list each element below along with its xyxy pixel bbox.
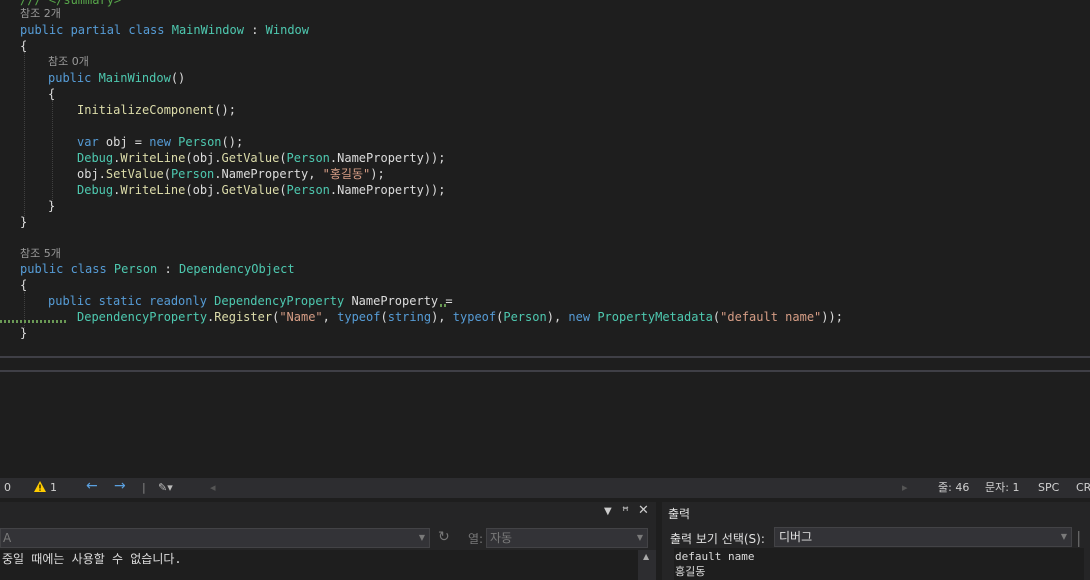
code-line: public MainWindow() bbox=[48, 71, 186, 85]
code-line: { bbox=[48, 87, 56, 101]
code-line: public class Person : DependencyObject bbox=[20, 262, 295, 276]
indent-guide bbox=[52, 100, 53, 208]
scroll-right-icon[interactable]: ▸ bbox=[902, 481, 908, 495]
code-editor[interactable]: /// </summary> 참조 2개 public partial clas… bbox=[0, 0, 1090, 356]
output-line: 홍길동 bbox=[675, 565, 706, 578]
code-line: public static readonly DependencyPropert… bbox=[48, 294, 453, 308]
message-area: 중일 때에는 사용할 수 없습니다. bbox=[0, 550, 638, 580]
panel-menu-icon[interactable]: ▼ bbox=[604, 506, 612, 517]
line-indicator[interactable]: 줄: 46 bbox=[938, 481, 969, 495]
code-line: obj.SetValue(Person.NameProperty, "홍길동")… bbox=[77, 167, 385, 181]
editor-divider[interactable] bbox=[0, 356, 1090, 358]
editor-empty-area bbox=[0, 372, 1090, 478]
navigate-forward-icon[interactable]: → bbox=[114, 479, 126, 493]
message-text: 중일 때에는 사용할 수 없습니다. bbox=[2, 552, 182, 566]
code-line: Debug.WriteLine(obj.GetValue(Person.Name… bbox=[77, 151, 446, 165]
chevron-down-icon: ▼ bbox=[418, 533, 425, 542]
refresh-icon[interactable]: ↻ bbox=[438, 529, 450, 545]
output-line: default name bbox=[675, 550, 755, 563]
pin-icon[interactable]: ꟸ bbox=[622, 504, 629, 518]
code-line: var obj = new Person(); bbox=[77, 135, 244, 149]
code-line: } bbox=[48, 199, 56, 213]
warning-count[interactable]: 1 bbox=[50, 481, 57, 495]
scroll-left-icon[interactable]: ◂ bbox=[210, 481, 216, 495]
brush-icon[interactable]: ✎▾ bbox=[158, 481, 173, 495]
scrollbar[interactable]: ▲ bbox=[638, 550, 656, 580]
code-line: } bbox=[20, 215, 28, 229]
warning-squiggle bbox=[0, 320, 68, 323]
char-indicator[interactable]: 문자: 1 bbox=[985, 481, 1019, 495]
code-lens-references[interactable]: 참조 2개 bbox=[20, 6, 61, 22]
warning-squiggle bbox=[440, 304, 448, 307]
code-line: } bbox=[20, 326, 28, 340]
error-count[interactable]: 0 bbox=[4, 481, 11, 495]
chevron-down-icon: ▼ bbox=[636, 533, 643, 542]
divider: | bbox=[142, 481, 146, 494]
whitespace-indicator[interactable]: SPC bbox=[1038, 481, 1059, 495]
code-line: { bbox=[20, 278, 28, 292]
close-icon[interactable]: ✕ bbox=[638, 503, 649, 518]
code-line: DependencyProperty.Register("Name", type… bbox=[77, 310, 843, 324]
output-text-area[interactable]: default name 홍길동 bbox=[674, 548, 1084, 580]
column-label: 열: bbox=[468, 532, 484, 546]
code-line: { bbox=[20, 39, 28, 53]
code-line: Debug.WriteLine(obj.GetValue(Person.Name… bbox=[77, 183, 446, 197]
code-line: InitializeComponent(); bbox=[77, 103, 236, 117]
chevron-down-icon: ▼ bbox=[1060, 532, 1067, 541]
output-source-label: 출력 보기 선택(S): bbox=[670, 532, 765, 546]
scroll-up-icon[interactable]: ▲ bbox=[643, 552, 649, 561]
source-dropdown[interactable]: A ▼ bbox=[0, 528, 430, 548]
output-source-dropdown[interactable]: 디버그 ▼ bbox=[774, 527, 1072, 547]
editor-status-bar: 0 1 ← → | ✎▾ ◂ ▸ 줄: 46 문자: 1 SPC CR bbox=[0, 478, 1090, 498]
panel-title: 출력 bbox=[668, 507, 691, 521]
column-dropdown[interactable]: 자동 ▼ bbox=[486, 528, 648, 548]
line-ending-indicator[interactable]: CR bbox=[1076, 481, 1090, 495]
code-lens-references[interactable]: 참조 0개 bbox=[48, 54, 89, 70]
indent-guide bbox=[24, 52, 25, 224]
left-tool-panel: ▼ ꟸ ✕ A ▼ ↻ 열: 자동 ▼ 중일 때에는 사용할 수 없습니다. ▲ bbox=[0, 502, 656, 580]
warning-icon[interactable] bbox=[34, 481, 46, 496]
navigate-back-icon[interactable]: ← bbox=[86, 479, 98, 493]
code-line: public partial class MainWindow : Window bbox=[20, 23, 310, 37]
code-lens-references[interactable]: 참조 5개 bbox=[20, 246, 61, 262]
toolbar-divider: | bbox=[1076, 528, 1082, 547]
